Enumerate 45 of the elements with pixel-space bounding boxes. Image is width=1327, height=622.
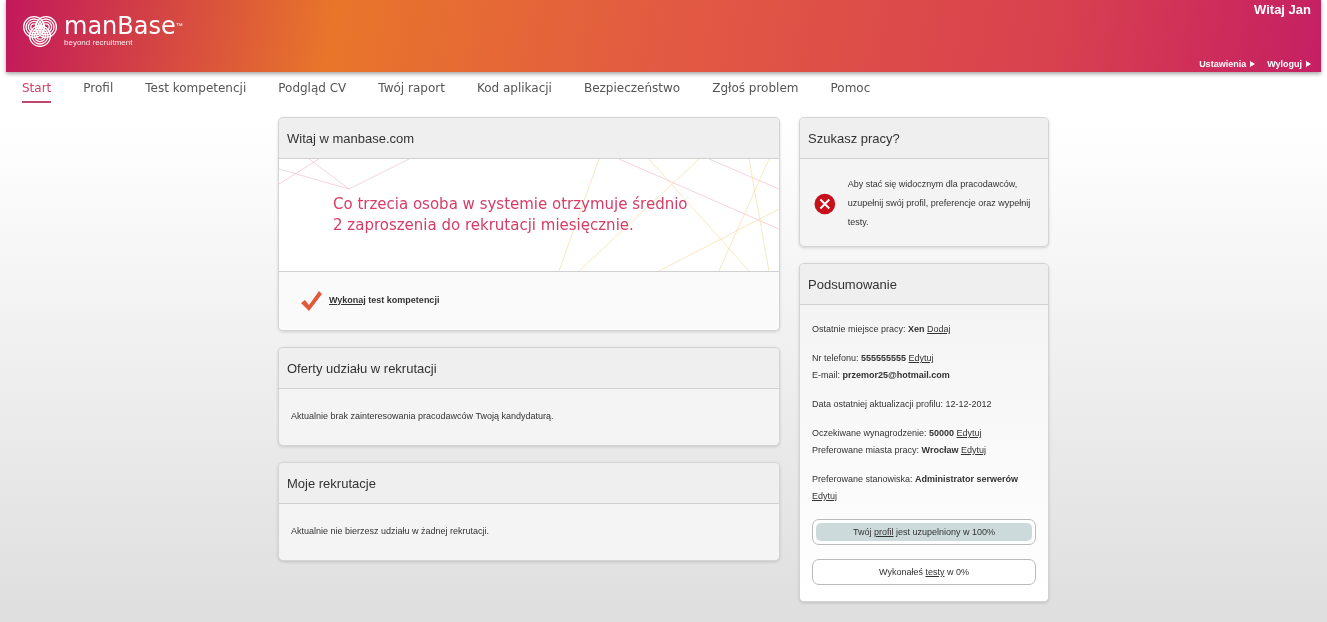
- triangle-icon: [1250, 61, 1256, 67]
- banner-text: Co trzecia osoba w systemie otrzymuje średnio: [333, 194, 689, 215]
- nav-tab[interactable]: Start: [22, 81, 52, 103]
- summary-line: Preferowane miasta pracy: Wrocław Edytuj: [812, 444, 987, 457]
- card-text: Aktualnie nie bierzesz udziału w żadnej rekrutacji.: [290, 525, 491, 538]
- summary-line: Nr telefonu: 555555555 Edytuj: [812, 352, 935, 365]
- summary-line: Preferowane stanowiska: Administrator serwerów Edytuj: [812, 473, 1020, 503]
- greeting: Witaj Jan: [1254, 2, 1311, 17]
- task-link[interactable]: Wykonaj: [329, 295, 366, 305]
- nav-tab[interactable]: Bezpieczeństwo: [583, 81, 681, 103]
- nav-tab[interactable]: Profil: [83, 81, 114, 103]
- checkmark-icon: [299, 288, 323, 312]
- header-link[interactable]: Wyloguj: [1267, 59, 1311, 69]
- edit-link[interactable]: Edytuj: [908, 353, 934, 363]
- progress-text: Wykonałeś testy w 0%: [879, 567, 969, 577]
- nav-tab[interactable]: Test kompetencji: [145, 81, 247, 103]
- summary-line: Data ostatniej aktualizacji profilu: 12-12-2012: [812, 398, 993, 411]
- progress-link[interactable]: testy: [925, 567, 945, 577]
- edit-link[interactable]: Edytuj: [960, 445, 986, 455]
- card-title: Szukasz pracy?: [800, 118, 1048, 159]
- nav-tab[interactable]: Twój raport: [378, 81, 445, 103]
- logo-icon: [22, 14, 58, 47]
- nav-tab[interactable]: Zgłoś problem: [712, 81, 799, 103]
- nav-tab[interactable]: Kod aplikacji: [476, 81, 552, 103]
- triangle-icon: [1306, 61, 1311, 67]
- task-text: Wykonaj test kompetencji: [329, 295, 440, 305]
- summary-line: E-mail: przemor25@hotmail.com: [812, 369, 951, 382]
- card-title: Moje rekrutacje: [279, 463, 779, 504]
- nav-tab[interactable]: Podgląd CV: [278, 81, 347, 103]
- card-title: Podsumowanie: [800, 264, 1048, 305]
- summary-line: Ostatnie miejsce pracy: Xen Dodaj: [812, 323, 952, 336]
- edit-link[interactable]: Edytuj: [812, 491, 837, 501]
- edit-link[interactable]: Edytuj: [956, 428, 982, 438]
- card-text: Aktualnie brak zainteresowania pracodawców Twoją kandydaturą.: [290, 410, 555, 423]
- banner-text: 2 zaproszenia do rekrutacji miesięcznie.: [333, 215, 635, 236]
- card-title: Oferty udziału w rekrutacji: [279, 348, 779, 389]
- progress-text: Twój profil jest uzupelniony w 100%: [852, 527, 996, 537]
- nav-tab[interactable]: Pomoc: [830, 81, 871, 103]
- progress-link[interactable]: profil: [873, 527, 894, 537]
- summary-line: Oczekiwane wynagrodzenie: 50000 Edytuj: [812, 427, 983, 440]
- info-text: Aby stać się widocznym dla pracodawców, uzupełnij swój profil, preferencje oraz wypełnij testy.: [847, 178, 1032, 229]
- edit-link[interactable]: Dodaj: [927, 324, 951, 334]
- header-link[interactable]: Ustawienia: [1199, 59, 1256, 69]
- card-title: Witaj w manbase.com: [279, 118, 779, 159]
- logo-text: manBase$^{™}$ beyond recruitment: [64, 14, 183, 47]
